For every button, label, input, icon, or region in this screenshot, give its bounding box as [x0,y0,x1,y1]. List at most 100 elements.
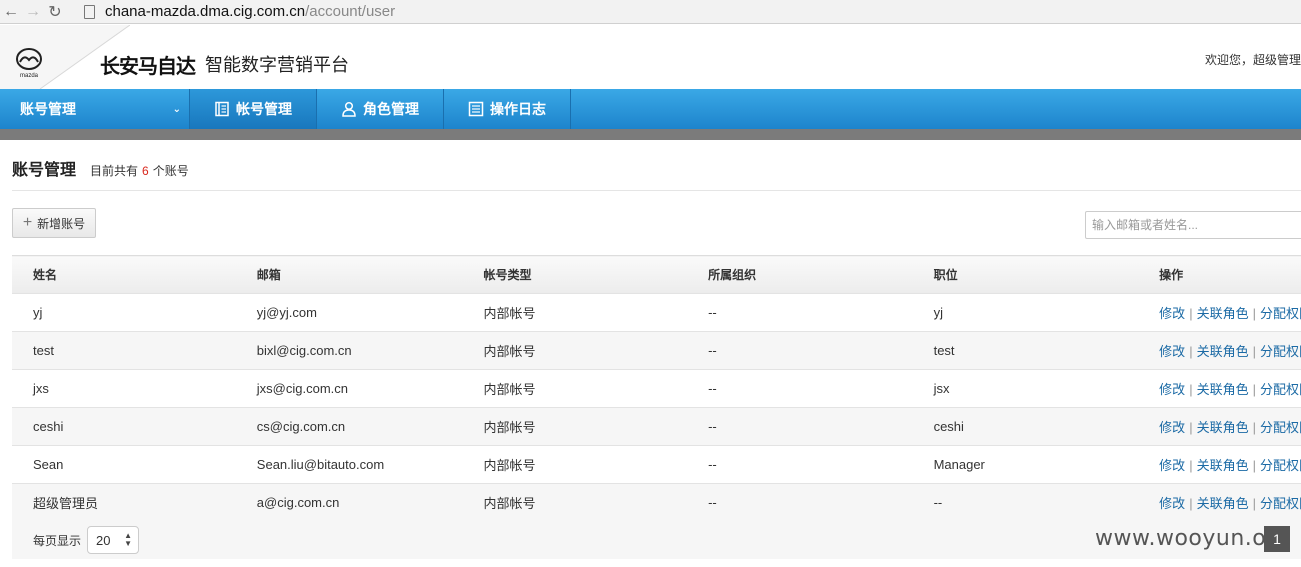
user-icon [342,101,356,117]
mazda-logo-icon[interactable]: mazda [13,46,45,80]
plus-icon: + [22,214,33,231]
link-role-link[interactable]: 关联角色 [1197,382,1249,397]
action-separator: | [1252,382,1256,397]
assign-permission-link[interactable]: 分配权限 [1260,420,1301,435]
cell-actions: 修改|关联角色|分配权限 [1138,445,1301,484]
chevron-down-icon: ⌄ [172,103,181,115]
header-name[interactable]: 姓名 [12,255,236,294]
list-icon [468,101,484,117]
cell-organization: -- [687,445,913,484]
module-label: 账号管理 [20,101,76,117]
table-row: ceshi cs@cig.com.cn 内部帐号 -- ceshi 修改 | 关联角色 | 分配权… [12,407,1301,446]
assign-permission-link[interactable]: 分配权限 [1260,382,1301,397]
watermark: www.wooyun.org [1095,526,1290,551]
logo-text: mazda [20,73,39,79]
cell-organization: -- [687,407,913,446]
cell-name: test [12,331,236,370]
cell-email: bixl@cig.com.cn [235,331,463,370]
table-row: yjyj@yj.com内部帐号--yj修改|关联角色|分配权限 [12,293,1301,332]
url-path: /account/user [305,3,396,20]
table-row: jxsjxs@cig.com.cn内部帐号--jsx修改|关联角色|分配权限 [12,369,1301,408]
action-separator: | [1252,458,1256,473]
header-actions: 操作 [1138,255,1301,294]
assign-permission-link[interactable]: 分配权限 [1260,458,1301,473]
edit-link[interactable]: 修改 [1159,458,1185,473]
link-role-link[interactable]: 关联角色 [1197,306,1249,321]
cell-position: -- [912,483,1139,522]
header-organization[interactable]: 所属组织 [687,255,913,294]
module-selector[interactable]: 账号管理 ⌄ [0,89,190,129]
tab-role-management[interactable]: 角色管理 [317,89,444,129]
assign-permission-link[interactable]: 分配权限 [1260,306,1301,321]
edit-link[interactable]: 修改 [1159,382,1185,397]
cell-organization: -- [687,331,913,370]
cell-account-type: 内部帐号 [462,483,688,522]
cell-organization: -- [687,483,913,522]
cell-account-type: 内部帐号 [462,445,688,484]
assign-permission-link[interactable]: 分配权限 [1260,496,1301,511]
count-suffix: 个账号 [152,164,189,178]
action-separator: | [1189,420,1193,435]
browser-toolbar: ← → ↻ chana-mazda.dma.cig.com.cn/account… [0,0,1301,24]
main-nav: 账号管理 ⌄ 帐号管理 角色管理 操作日志 [0,89,1301,129]
cell-position: Manager [912,445,1139,484]
page-number-button[interactable]: 1 [1264,526,1290,552]
link-role-link[interactable]: 关联角色 [1197,496,1249,511]
cell-email: Sean.liu@bitauto.com [235,445,463,484]
add-account-button[interactable]: + 新增账号 [12,208,96,238]
header-position[interactable]: 职位 [912,255,1139,294]
per-page-label: 每页显示 [33,533,82,548]
action-separator: | [1252,306,1256,321]
link-role-link[interactable]: 关联角色 [1197,344,1249,359]
ledger-icon [215,101,229,117]
action-separator: | [1252,344,1256,359]
action-separator: | [1252,496,1256,511]
cell-actions: 修改|关联角色|分配权限 [1138,331,1301,370]
table-row: Sean Sean.liu@bitauto.com 内部帐号 -- Manager 修改 |… [12,445,1301,484]
back-arrow-icon[interactable]: ← [0,1,22,23]
edit-link[interactable]: 修改 [1159,344,1185,359]
cell-position: yj [912,293,1139,332]
cell-name: ceshi [12,407,236,446]
account-table: 姓名 邮箱 帐号类型 所属组织 职位 操作 yj yj@yj.com 内部帐号 -- y… [12,255,1301,522]
page-heading: 账号管理 目前共有 6 个账号 [12,156,189,180]
tab-operation-log[interactable]: 操作日志 [444,89,571,129]
tab-account-management[interactable]: 帐号管理 [190,89,317,129]
forward-arrow-icon[interactable]: → [22,1,44,23]
action-separator: | [1252,420,1256,435]
welcome-text[interactable]: 欢迎您，超级管理 [1205,51,1301,68]
header-email[interactable]: 邮箱 [235,255,463,294]
link-role-link[interactable]: 关联角色 [1197,420,1249,435]
edit-link[interactable]: 修改 [1159,420,1185,435]
per-page-select[interactable]: 20 ▲ ▼ [87,526,140,554]
edit-link[interactable]: 修改 [1159,306,1185,321]
table-row: 超级管理员a@cig.com.cn内部帐号----修改|关联角色|分配权限 [12,483,1301,522]
edit-link[interactable]: 修改 [1159,496,1185,511]
header-account-type[interactable]: 帐号类型 [462,255,688,294]
link-role-link[interactable]: 关联角色 [1197,458,1249,473]
heading-divider [12,190,1301,191]
site-header: mazda 长安马自达 智能数字营销平台 欢迎您，超级管理 [0,25,1301,89]
table-header-row: 姓名 邮箱 帐号类型 所属组织 职位 操作 [12,255,1301,294]
action-separator: | [1189,496,1193,511]
cell-organization: -- [687,369,913,408]
tab-label: 角色管理 [363,101,419,117]
cell-actions: 修改|关联角色|分配权限 [1138,369,1301,408]
account-count: 目前共有 6 个账号 [90,162,189,179]
search-input[interactable] [1085,211,1301,239]
cell-email: yj@yj.com [235,293,463,332]
tab-label: 帐号管理 [236,101,292,117]
cell-name: Sean [12,445,236,484]
address-bar[interactable]: chana-mazda.dma.cig.com.cn/account/user [84,1,1301,23]
cell-name: 超级管理员 [12,483,236,522]
url-host: chana-mazda.dma.cig.com.cn [105,3,306,20]
brand-name: 长安马自达 [100,54,196,78]
action-separator: | [1189,344,1193,359]
assign-permission-link[interactable]: 分配权限 [1260,344,1301,359]
cell-email: a@cig.com.cn [235,483,463,522]
stepper-arrows-icon: ▲ ▼ [124,531,133,548]
cell-position: test [912,331,1139,370]
reload-icon[interactable]: ↻ [44,1,66,23]
action-separator: | [1189,382,1193,397]
cell-actions: 修改|关联角色|分配权限 [1138,293,1301,332]
